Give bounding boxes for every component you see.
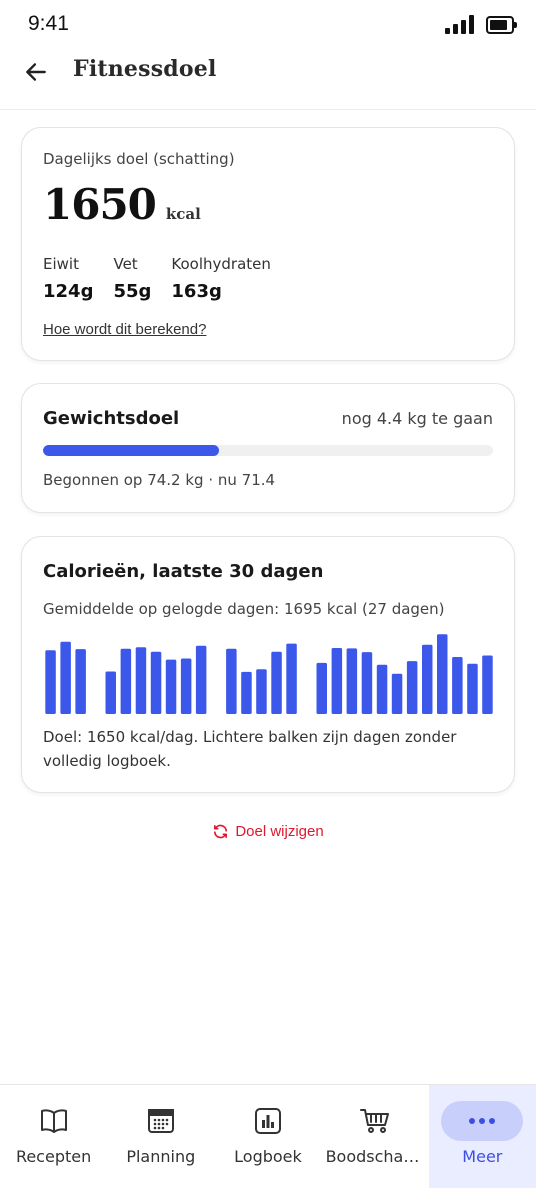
calories-card: Calorieën, laatste 30 dagen Gemiddelde o… bbox=[21, 536, 515, 793]
calorie-bar-day-2 bbox=[60, 641, 71, 714]
calorie-bar-day-20 bbox=[331, 648, 343, 714]
calorie-bar-day-17 bbox=[286, 643, 297, 714]
signal-icon bbox=[445, 14, 474, 34]
cart-icon bbox=[359, 1107, 391, 1135]
status-time: 9:41 bbox=[28, 12, 69, 35]
tab-recepten[interactable]: Recepten bbox=[0, 1085, 107, 1188]
calorie-bar-day-29 bbox=[467, 663, 478, 714]
tab-label: Planning bbox=[126, 1147, 196, 1166]
tab-planning[interactable]: Planning bbox=[107, 1085, 214, 1188]
calorie-bar-day-15 bbox=[256, 669, 267, 714]
macro-label: Eiwit bbox=[43, 255, 79, 273]
tab-boodschappen[interactable]: Boodschap… bbox=[322, 1085, 429, 1188]
calorie-bar-day-27 bbox=[437, 634, 448, 714]
battery-icon bbox=[486, 16, 517, 34]
weight-progress-bar bbox=[43, 445, 493, 456]
calorie-bar-day-1 bbox=[45, 650, 56, 714]
calorie-bar-day-16 bbox=[271, 651, 282, 714]
page-title: Fitnessdoel bbox=[73, 56, 217, 82]
arrow-left-icon bbox=[26, 63, 46, 81]
calorie-bar-day-14 bbox=[241, 671, 252, 714]
bar-chart-icon bbox=[252, 1107, 284, 1135]
tab-label: Boodschap… bbox=[325, 1147, 429, 1166]
calorie-bar-day-8 bbox=[150, 651, 162, 714]
tab-label: Meer bbox=[462, 1147, 503, 1166]
macro-protein: Eiwit 124g bbox=[43, 255, 93, 302]
calorie-bar-day-23 bbox=[376, 664, 388, 714]
tab-label: Logboek bbox=[234, 1147, 302, 1166]
weight-goal-card: Gewichtsdoel nog 4.4 kg te gaan Begonnen… bbox=[21, 383, 515, 513]
calorie-bar-day-3 bbox=[75, 649, 86, 714]
weight-goal-title: Gewichtsdoel bbox=[43, 408, 180, 429]
calorie-bar-day-24 bbox=[391, 673, 403, 714]
calorie-bar-day-26 bbox=[422, 644, 433, 714]
calorie-bar-day-25 bbox=[406, 661, 418, 714]
calorie-bar-day-28 bbox=[452, 657, 463, 714]
calorie-bar-day-10 bbox=[180, 658, 192, 714]
calories-average: Gemiddelde op gelogde dagen: 1695 kcal (… bbox=[43, 600, 445, 618]
app-header: Fitnessdoel bbox=[0, 46, 536, 110]
calorie-bar-day-11 bbox=[195, 645, 207, 714]
daily-goal-label: Dagelijks doel (schatting) bbox=[43, 150, 235, 168]
weight-goal-subtitle: Begonnen op 74.2 kg · nu 71.4 bbox=[43, 471, 276, 489]
tab-meer[interactable]: Meer bbox=[428, 1085, 536, 1188]
bottom-tab-bar: Recepten Planning Logboek Boodschap… Mee… bbox=[0, 1084, 536, 1188]
calorie-bar-day-13 bbox=[226, 648, 237, 714]
calorie-bar-day-6 bbox=[120, 648, 132, 714]
book-icon bbox=[38, 1107, 70, 1135]
macro-value: 124g bbox=[43, 281, 94, 302]
tab-label: Recepten bbox=[15, 1147, 92, 1166]
calories-title: Calorieën, laatste 30 dagen bbox=[43, 561, 324, 582]
calories-bar-chart bbox=[45, 634, 493, 714]
calorie-bar-day-21 bbox=[346, 648, 358, 714]
kcal-row: 1650 kcal bbox=[43, 180, 201, 229]
status-bar: 9:41 bbox=[0, 0, 536, 50]
daily-goal-card: Dagelijks doel (schatting) 1650 kcal Eiw… bbox=[21, 127, 515, 361]
macro-label: Vet bbox=[113, 255, 138, 273]
macros: Eiwit 124g Vet 55g Koolhydraten 163g bbox=[43, 255, 271, 302]
calorie-bar-day-22 bbox=[361, 652, 373, 714]
macro-label: Koolhydraten bbox=[171, 255, 271, 273]
weight-progress-fill bbox=[43, 445, 219, 456]
refresh-icon bbox=[214, 824, 228, 839]
calorie-bar-day-9 bbox=[165, 659, 177, 714]
kcal-unit: kcal bbox=[165, 205, 201, 223]
macro-value: 55g bbox=[113, 281, 152, 302]
back-button[interactable] bbox=[20, 56, 52, 88]
calorie-bar-day-5 bbox=[105, 671, 116, 714]
kcal-value: 1650 bbox=[43, 180, 157, 229]
calendar-icon bbox=[145, 1107, 177, 1135]
calories-note: Doel: 1650 kcal/dag. Lichtere balken zij… bbox=[43, 728, 457, 770]
calorie-bar-day-7 bbox=[135, 647, 147, 714]
tab-logboek[interactable]: Logboek bbox=[214, 1085, 321, 1188]
change-goal-button[interactable]: Doel wijzigen bbox=[0, 823, 536, 840]
change-goal-label: Doel wijzigen bbox=[235, 823, 324, 840]
calorie-bar-day-30 bbox=[482, 655, 493, 714]
macro-value: 163g bbox=[171, 281, 222, 302]
more-dots-icon bbox=[441, 1101, 524, 1141]
status-icons bbox=[445, 14, 517, 34]
how-calculated-link[interactable]: Hoe wordt dit berekend? bbox=[43, 321, 206, 338]
macro-carbs: Koolhydraten 163g bbox=[171, 255, 271, 302]
macro-fat: Vet 55g bbox=[113, 255, 151, 302]
weight-goal-remaining: nog 4.4 kg te gaan bbox=[341, 409, 493, 428]
calorie-bar-day-19 bbox=[316, 662, 327, 714]
